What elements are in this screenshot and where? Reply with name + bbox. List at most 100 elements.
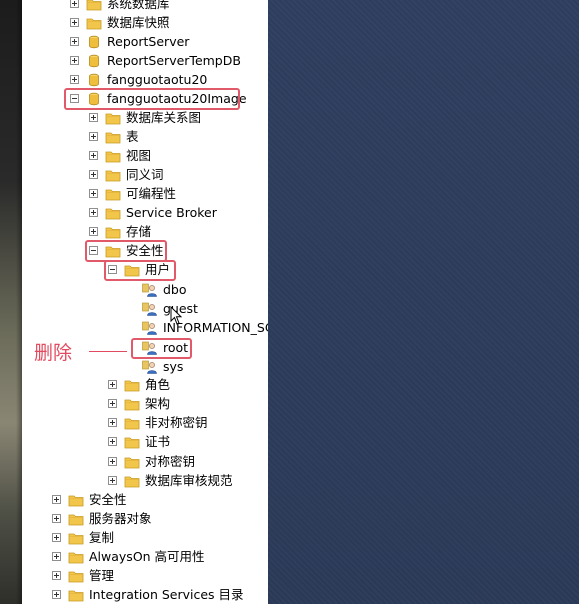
expand-icon[interactable] xyxy=(70,18,79,27)
tree-node-label: 架构 xyxy=(145,395,171,411)
tree-node-label: 视图 xyxy=(126,147,152,163)
tree-node-label: 可编程性 xyxy=(126,185,177,201)
expand-icon[interactable] xyxy=(89,132,98,141)
folder-icon xyxy=(124,437,140,448)
folder-icon xyxy=(68,571,84,582)
folder-icon xyxy=(105,227,121,238)
user-icon xyxy=(142,283,157,297)
folder-icon xyxy=(124,476,140,487)
tree-node-service-broker[interactable]: Service Broker xyxy=(89,203,217,222)
expand-icon[interactable] xyxy=(108,457,117,466)
tree-node-label: 数据库快照 xyxy=(107,14,170,30)
main-content-area xyxy=(268,0,579,604)
tree-node-server-objects[interactable]: 服务器对象 xyxy=(52,509,152,528)
expand-icon[interactable] xyxy=(108,418,117,427)
tree-node-user-dbo[interactable]: dbo xyxy=(142,280,187,299)
folder-icon xyxy=(68,514,84,525)
folder-icon xyxy=(105,170,121,181)
tree-node-label: AlwaysOn 高可用性 xyxy=(89,548,205,564)
folder-icon xyxy=(124,457,140,468)
folder-icon xyxy=(86,18,102,29)
folder-icon xyxy=(86,0,102,10)
expand-icon[interactable] xyxy=(70,56,79,65)
expand-icon[interactable] xyxy=(52,514,61,523)
database-icon xyxy=(89,54,99,67)
tree-node-label: ReportServer xyxy=(107,33,190,49)
tree-node-replication[interactable]: 复制 xyxy=(52,528,114,547)
tree-node-roles[interactable]: 角色 xyxy=(108,375,170,394)
expand-icon[interactable] xyxy=(89,170,98,179)
expand-icon[interactable] xyxy=(108,476,117,485)
mouse-cursor-icon xyxy=(170,306,183,325)
tree-node-database-snapshots[interactable]: 数据库快照 xyxy=(70,13,170,32)
tree-node-user-sys[interactable]: sys xyxy=(142,357,183,376)
expand-icon[interactable] xyxy=(52,495,61,504)
tree-node-reportserver[interactable]: ReportServer xyxy=(70,32,189,51)
tree-node-user-information-schema[interactable]: INFORMATION_SCHEMA xyxy=(142,318,268,337)
user-icon xyxy=(142,302,157,316)
highlight-box-database xyxy=(64,88,240,110)
background-window-edge xyxy=(0,0,22,604)
expand-icon[interactable] xyxy=(108,399,117,408)
tree-node-management[interactable]: 管理 xyxy=(52,566,114,585)
tree-node-database-diagrams[interactable]: 数据库关系图 xyxy=(89,108,201,127)
folder-icon xyxy=(105,189,121,200)
tree-node-security-server[interactable]: 安全性 xyxy=(52,490,127,509)
tree-node-label: 表 xyxy=(126,128,139,144)
tree-node-integration-services[interactable]: Integration Services 目录 xyxy=(52,585,244,604)
folder-icon xyxy=(105,113,121,124)
expand-icon[interactable] xyxy=(70,75,79,84)
tree-node-schemas[interactable]: 架构 xyxy=(108,394,170,413)
tree-node-label: 非对称密钥 xyxy=(145,414,208,430)
expand-icon[interactable] xyxy=(52,571,61,580)
expand-icon[interactable] xyxy=(89,189,98,198)
tree-node-asymmetric-keys[interactable]: 非对称密钥 xyxy=(108,413,208,432)
tree-node-fangguotaotu20[interactable]: fangguotaotu20 xyxy=(70,70,207,89)
tree-node-label: Service Broker xyxy=(126,204,217,220)
folder-icon xyxy=(105,208,121,219)
expand-icon[interactable] xyxy=(89,113,98,122)
expand-icon[interactable] xyxy=(52,552,61,561)
expand-icon[interactable] xyxy=(70,0,79,8)
expand-icon[interactable] xyxy=(89,151,98,160)
tree-node-reportservertempdb[interactable]: ReportServerTempDB xyxy=(70,51,241,70)
tree-node-views[interactable]: 视图 xyxy=(89,146,151,165)
expand-icon[interactable] xyxy=(89,208,98,217)
expand-icon[interactable] xyxy=(70,37,79,46)
tree-node-alwayson[interactable]: AlwaysOn 高可用性 xyxy=(52,547,205,566)
tree-node-label: 角色 xyxy=(145,376,171,392)
expand-icon[interactable] xyxy=(52,533,61,542)
annotation-arrow xyxy=(89,351,127,352)
tree-node-tables[interactable]: 表 xyxy=(89,127,139,146)
tree-node-programmability[interactable]: 可编程性 xyxy=(89,184,176,203)
expand-icon[interactable] xyxy=(52,590,61,599)
tree-node-storage[interactable]: 存储 xyxy=(89,222,151,241)
folder-icon xyxy=(68,495,84,506)
tree-node-symmetric-keys[interactable]: 对称密钥 xyxy=(108,452,195,471)
tree-node-label: 复制 xyxy=(89,529,115,545)
tree-node-label: 服务器对象 xyxy=(89,510,152,526)
highlight-box-users xyxy=(104,260,176,281)
expand-icon[interactable] xyxy=(108,437,117,446)
tree-node-label: ReportServerTempDB xyxy=(107,52,241,68)
tree-node-label: 系统数据库 xyxy=(107,0,170,11)
tree-node-label: sys xyxy=(163,358,184,374)
expand-icon[interactable] xyxy=(108,380,117,389)
folder-icon xyxy=(124,399,140,410)
tree-node-system-databases[interactable]: 系统数据库 xyxy=(70,0,170,13)
user-icon xyxy=(142,321,157,335)
tree-node-label: 对称密钥 xyxy=(145,453,196,469)
folder-icon xyxy=(68,533,84,544)
tree-node-label: 安全性 xyxy=(89,491,127,507)
highlight-box-security xyxy=(85,240,167,262)
folder-icon xyxy=(105,151,121,162)
tree-node-synonyms[interactable]: 同义词 xyxy=(89,165,164,184)
tree-node-label: 存储 xyxy=(126,223,152,239)
expand-icon[interactable] xyxy=(89,227,98,236)
database-icon xyxy=(89,35,99,48)
tree-node-label: 管理 xyxy=(89,567,115,583)
tree-node-database-audit-specs[interactable]: 数据库审核规范 xyxy=(108,471,233,490)
folder-icon xyxy=(105,132,121,143)
annotation-delete-label: 删除 xyxy=(34,342,73,364)
tree-node-certificates[interactable]: 证书 xyxy=(108,432,170,451)
